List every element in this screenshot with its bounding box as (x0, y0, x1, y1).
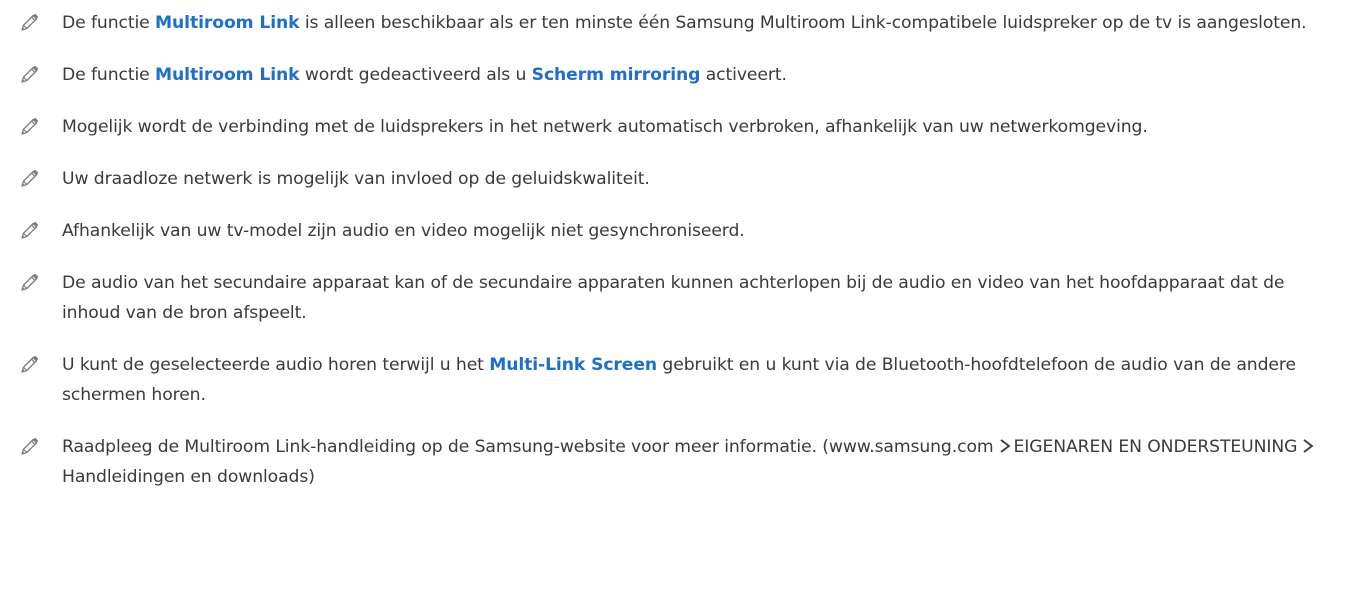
pencil-note-icon (18, 354, 40, 376)
chevron-right-icon (998, 438, 1012, 454)
note-text: Mogelijk wordt de verbinding met de luid… (62, 117, 1148, 137)
pencil-note-icon (18, 12, 40, 34)
note-text: Uw draadloze netwerk is mogelijk van inv… (62, 169, 650, 189)
note-text-part: Raadpleeg de Multiroom Link-handleiding … (62, 437, 994, 457)
pencil-note-icon (18, 220, 40, 242)
keyword-scherm-mirroring: Scherm mirroring (531, 65, 701, 85)
note-text-part: EIGENAREN EN ONDERSTEUNING (1013, 437, 1298, 457)
note-text-part: Handleidingen en downloads) (62, 467, 315, 487)
chevron-right-icon (1301, 438, 1315, 454)
note-text: De functie Multiroom Link wordt gedeacti… (62, 60, 1332, 90)
pencil-note-icon (18, 116, 40, 138)
note-text: De functie Multiroom Link is alleen besc… (62, 8, 1332, 38)
note-text: Afhankelijk van uw tv-model zijn audio e… (62, 221, 745, 241)
note-text-part: wordt gedeactiveerd als u (299, 65, 532, 85)
keyword-multi-link-screen: Multi-Link Screen (489, 355, 658, 375)
pencil-note-icon (18, 436, 40, 458)
note-text-part: De functie (62, 65, 156, 85)
keyword-multiroom-link: Multiroom Link (155, 65, 300, 85)
pencil-note-icon (18, 168, 40, 190)
note-text: Raadpleeg de Multiroom Link-handleiding … (62, 432, 1332, 492)
note-text-part: is alleen beschikbaar als er ten minste … (299, 13, 1307, 33)
pencil-note-icon (18, 272, 40, 294)
keyword-multiroom-link: Multiroom Link (155, 13, 300, 33)
pencil-note-icon (18, 64, 40, 86)
note-text-part: activeert. (700, 65, 787, 85)
note-text: De audio van het secundaire apparaat kan… (62, 273, 1285, 323)
note-text-part: U kunt de geselecteerde audio horen terw… (62, 355, 490, 375)
note-text: U kunt de geselecteerde audio horen terw… (62, 350, 1332, 410)
note-text-part: De functie (62, 13, 156, 33)
